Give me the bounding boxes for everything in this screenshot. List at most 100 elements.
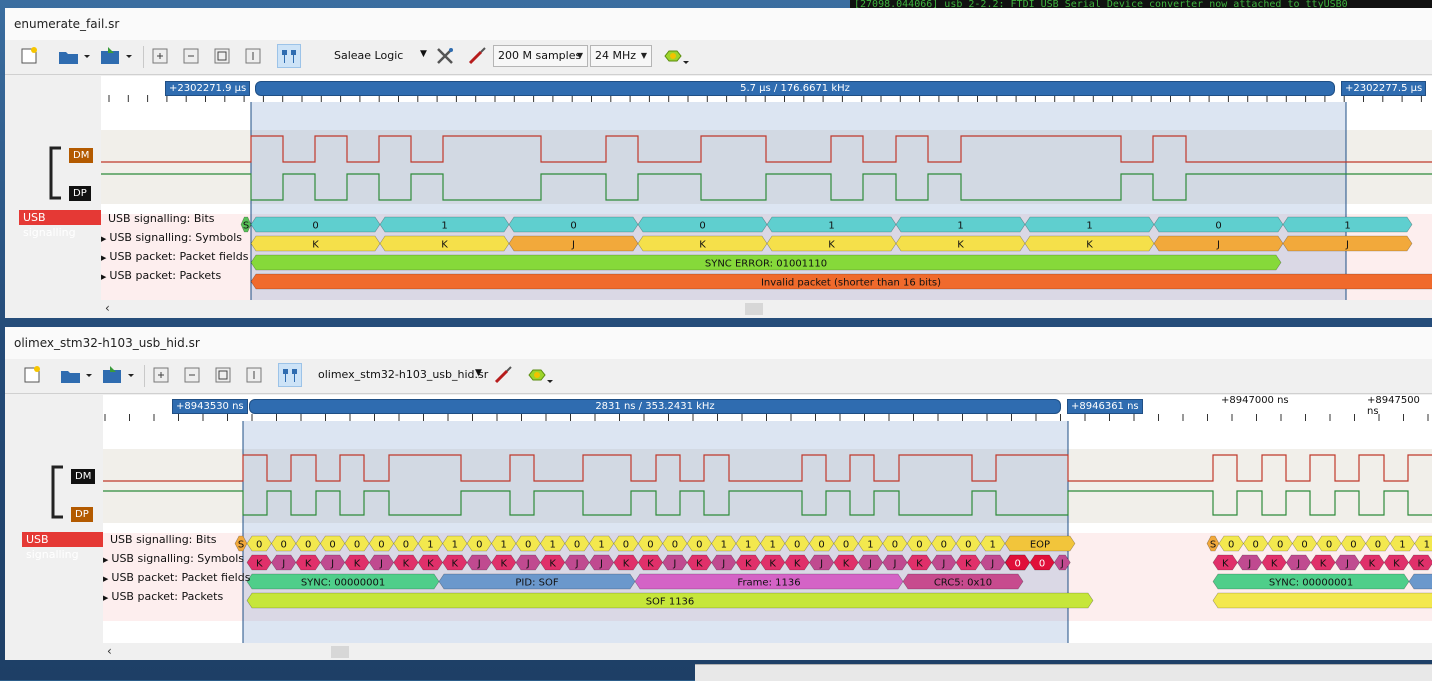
bit-cell-text: 0 [892,540,898,551]
expand-triangle-icon: ▶ [101,235,107,243]
scrollbar-thumb[interactable] [745,303,763,315]
bit-cell-text: 1 [1086,221,1092,232]
new-session-button[interactable] [20,363,44,387]
device-name: Saleae Logic [334,49,404,62]
symbol-cell-text: J [526,559,530,570]
row-label-packet-fields[interactable]: ▶ USB packet: Packet fields [103,571,250,584]
zoom-in-button[interactable] [148,44,172,68]
cursors-icon [282,50,296,63]
bit-cell-text: 1 [769,540,775,551]
probe-button[interactable] [491,363,515,387]
row-label-symbols[interactable]: ▶ USB signalling: Symbols [103,552,244,565]
expand-triangle-icon: ▶ [103,575,109,583]
session-name: olimex_stm32-h103_usb_hid.sr [318,368,489,381]
bit-cell-text: 1 [452,540,458,551]
zoom-out-icon [183,48,199,64]
zoom-fit-button[interactable] [210,44,234,68]
zoom-fit-icon [214,48,230,64]
horizontal-scrollbar[interactable]: ‹ [103,644,1432,660]
bit-cell-text: 0 [623,540,629,551]
bit-cell-text: 1 [1424,540,1430,551]
open-button[interactable] [55,44,93,68]
save-button[interactable] [97,44,135,68]
zoom-fit-button[interactable] [211,363,235,387]
device-dropdown-arrow[interactable]: ▼ [420,49,427,59]
channel-dp-label[interactable]: DP [71,507,93,522]
bit-cell-text: 1 [1399,540,1405,551]
bit-cell-text: 1 [828,221,834,232]
row-label-packets[interactable]: ▶ USB packet: Packets [103,590,223,603]
add-decoder-button[interactable] [525,363,555,387]
bit-cell-text: S [1210,540,1216,551]
packet-cell [1212,592,1432,609]
zoom-original-icon [246,367,262,383]
save-icon [103,366,134,383]
symbol-cell-text: K [699,240,706,251]
background-window-edge [695,664,1432,681]
row-label-packets[interactable]: ▶ USB packet: Packets [101,269,221,282]
symbol-cell-text: K [305,559,312,570]
symbol-cell-text: K [647,559,654,570]
bit-cell-text: 1 [990,540,996,551]
packet-field-cell-text: CRC5: 0x10 [934,578,992,589]
zoom-in-button[interactable] [149,363,173,387]
horizontal-scrollbar[interactable]: ‹ [101,301,1432,317]
symbol-cell-text: J [1060,559,1064,570]
cursor-span-bar[interactable]: 5.7 µs / 176.6671 kHz [255,81,1335,96]
scroll-left-icon[interactable]: ‹ [107,644,112,658]
symbol-cell-text: K [427,559,434,570]
sample-rate-select[interactable]: 24 MHz ▼ [590,45,652,67]
scroll-left-icon[interactable]: ‹ [105,301,110,315]
zoom-original-icon [245,48,261,64]
row-label-packet-fields[interactable]: ▶ USB packet: Packet fields [101,250,248,263]
configure-device-button[interactable] [433,44,457,68]
bit-cell-text: 1 [745,540,751,551]
bit-cell-text: 0 [1277,540,1283,551]
show-cursors-button[interactable] [278,363,302,387]
zoom-one-to-one-button[interactable] [242,363,266,387]
zoom-one-to-one-button[interactable] [241,44,265,68]
session-dropdown-arrow[interactable]: ▼ [475,368,482,378]
add-decoder-button[interactable] [661,44,691,68]
symbol-cell-text: K [312,240,319,251]
packet-field-cell-text: Frame: 1136 [737,578,800,589]
usb-signalling-decoder-tag[interactable]: USB signalling [22,532,103,561]
bit-cell-text: 0 [941,540,947,551]
symbol-cell-text: J [571,240,575,251]
channel-dm-label[interactable]: DM [71,469,96,484]
symbol-cell-text: K [696,559,703,570]
zoom-out-button[interactable] [180,363,204,387]
scrollbar-thumb[interactable] [331,646,349,658]
channel-dm-label[interactable]: DM [69,148,94,163]
cursor-left-marker[interactable]: +8943530 ns [172,399,248,414]
probe-icon [468,47,486,65]
probe-button[interactable] [465,44,489,68]
chevron-down-icon: ▼ [640,51,647,60]
sample-count-select[interactable]: 200 M samples ▼ [493,45,588,67]
time-ruler[interactable]: +8943530 ns 2831 ns / 353.2431 kHz +8946… [103,395,1432,421]
cursor-span-bar[interactable]: 2831 ns / 353.2431 kHz [249,399,1061,414]
cursor-left-marker[interactable]: +2302271.9 µs [165,81,251,96]
symbol-cell-text: K [623,559,630,570]
open-button[interactable] [57,363,95,387]
usb-signalling-decoder-tag[interactable]: USB signalling [19,210,101,239]
show-cursors-button[interactable] [277,44,301,68]
save-button[interactable] [99,363,137,387]
bit-cell-text: 0 [1228,540,1234,551]
cursor-right-marker[interactable]: +8946361 ns [1067,399,1143,414]
expand-triangle-icon: ▶ [103,594,109,602]
trace-area[interactable]: S 0 1 0 0 1 1 1 0 1 K K J K K K K J J SYNC ERROR: 01001110 I… [101,102,1432,300]
bit-cell-text: 0 [843,540,849,551]
trace-area[interactable]: S 0 0 0 0 0 0 0 1 1 0 1 0 1 0 1 0 0 0 0 1 1 1 0 0 0 1 0 0 0 0 1 EOP S 0 0 0 0… [103,421,1432,643]
bit-cell-text: 1 [957,221,963,232]
symbol-cell-text: K [794,559,801,570]
row-label-symbols[interactable]: ▶ USB signalling: Symbols [101,231,242,244]
tick-label: +8947000 ns [1221,395,1289,406]
cursor-right-marker[interactable]: +2302277.5 µs [1341,81,1427,96]
bit-cell-text: 0 [794,540,800,551]
time-ruler[interactable]: +2302271.9 µs 5.7 µs / 176.6671 kHz +230… [101,76,1432,102]
channel-dp-label[interactable]: DP [69,186,91,201]
new-session-button[interactable] [17,44,41,68]
zoom-out-button[interactable] [179,44,203,68]
bit-cell-text: 0 [378,540,384,551]
